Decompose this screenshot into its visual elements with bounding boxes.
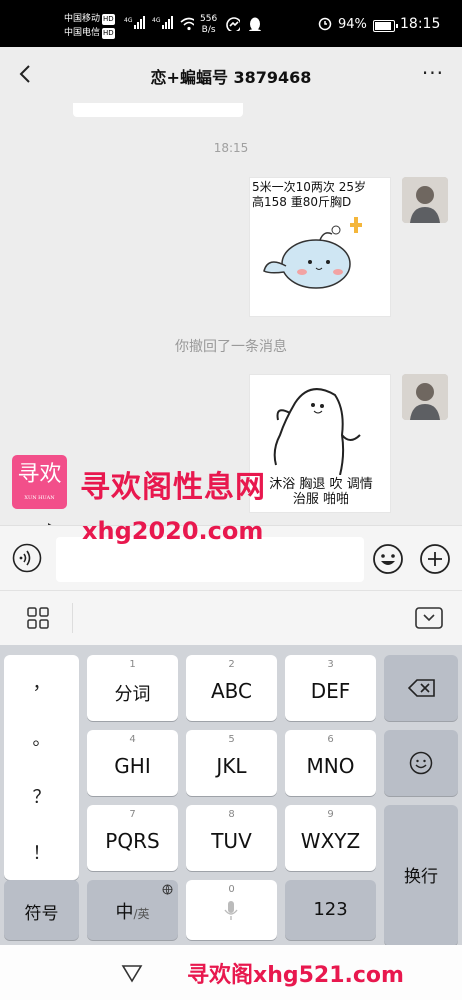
- backspace-icon: [408, 679, 435, 697]
- language-switch-key[interactable]: 中/英: [87, 880, 178, 940]
- punct-question[interactable]: ？: [4, 783, 79, 809]
- punct-exclaim[interactable]: ！: [4, 839, 79, 865]
- watermark-bottom: 寻欢阁xhg521.com: [187, 963, 404, 988]
- toolbar-divider: [72, 603, 73, 633]
- key-2[interactable]: 2 ABC: [186, 655, 277, 721]
- ghost-sticker-image: [273, 388, 361, 475]
- image-message[interactable]: 沐浴 胸退 吹 调情 治服 啪啪: [249, 374, 391, 513]
- signal-icon: 4G: [124, 16, 145, 29]
- key-8[interactable]: 8 TUV: [186, 805, 277, 871]
- backspace-key[interactable]: [384, 655, 458, 721]
- punct-comma[interactable]: ，: [4, 669, 79, 695]
- keyboard-menu-icon[interactable]: [27, 607, 49, 629]
- carrier-2: 中国电信 HD: [64, 28, 115, 39]
- svg-text:4G: 4G: [124, 17, 133, 24]
- t9-keyboard: ， 。 ？ ！ 1 分词 2 ABC 3 DEF 4 GHI 5 JKL 6 MNO 7 PQ…: [0, 645, 462, 946]
- key-1[interactable]: 1 分词: [87, 655, 178, 721]
- signal-icon-2: 4G: [152, 16, 173, 29]
- whale-sticker-image: [263, 217, 362, 289]
- key-6[interactable]: 6 MNO: [285, 730, 376, 796]
- status-clock: 18:15: [400, 16, 441, 32]
- image-message[interactable]: 5米一次10两次 25岁 高158 重80斤胸D: [249, 177, 391, 317]
- wifi-icon: [180, 17, 194, 31]
- plus-icon[interactable]: [419, 543, 451, 575]
- battery-icon: [373, 20, 398, 32]
- avatar-image: [402, 177, 448, 223]
- app-notification-icon: [226, 17, 240, 31]
- nav-back-triangle-icon[interactable]: [121, 963, 143, 983]
- watermark-site: xhg2020.com: [82, 517, 264, 545]
- emoji-key[interactable]: [384, 730, 458, 796]
- enter-key[interactable]: 换行: [384, 805, 458, 946]
- recall-notice: 你撤回了一条消息: [175, 339, 287, 355]
- status-bar: 中国移动 HD 中国电信 HD 4G 4G 556 B/s 94% 18:15: [0, 0, 462, 47]
- chat-header: 恋+蝙蝠号 3879468 ···: [0, 47, 462, 103]
- keyboard-toolbar: [0, 590, 462, 646]
- smiley-icon: [409, 751, 433, 775]
- navigation-bar: 寻欢阁xhg521.com: [0, 945, 462, 1000]
- key-5[interactable]: 5 JKL: [186, 730, 277, 796]
- globe-icon: [162, 884, 173, 895]
- voice-icon[interactable]: [12, 543, 42, 573]
- image-caption: 沐浴 胸退 吹 调情 治服 啪啪: [269, 477, 373, 507]
- key-9[interactable]: 9 WXYZ: [285, 805, 376, 871]
- microphone-icon: [224, 901, 238, 920]
- qq-icon: [249, 17, 261, 31]
- symbols-key[interactable]: 符号: [4, 880, 79, 940]
- network-speed: 556 B/s: [200, 14, 218, 35]
- alarm-icon: [318, 17, 332, 31]
- numbers-key[interactable]: 123: [285, 880, 376, 940]
- chat-title: 恋+蝙蝠号 3879468: [150, 68, 312, 87]
- watermark-name: 寻欢阁性息网: [80, 470, 266, 505]
- watermark-logo: 寻欢 XUN HUAN: [12, 455, 67, 509]
- carrier-1: 中国移动 HD: [64, 14, 115, 25]
- battery-percent: 94%: [338, 17, 367, 32]
- emoji-icon[interactable]: [372, 543, 404, 575]
- hide-keyboard-icon[interactable]: [415, 607, 443, 629]
- image-caption: 5米一次10两次 25岁 高158 重80斤胸D: [252, 180, 366, 209]
- key-4[interactable]: 4 GHI: [87, 730, 178, 796]
- user-avatar[interactable]: [402, 374, 448, 420]
- previous-message-bubble[interactable]: [73, 103, 243, 117]
- space-key[interactable]: 0: [186, 880, 277, 940]
- message-timestamp: 18:15: [213, 141, 249, 155]
- punctuation-column: ， 。 ？ ！: [4, 655, 79, 880]
- punct-period[interactable]: 。: [4, 725, 79, 751]
- key-3[interactable]: 3 DEF: [285, 655, 376, 721]
- more-options-icon[interactable]: ···: [422, 61, 444, 85]
- svg-text:4G: 4G: [152, 17, 161, 24]
- key-7[interactable]: 7 PQRS: [87, 805, 178, 871]
- user-avatar[interactable]: [402, 177, 448, 223]
- avatar-image: [402, 374, 448, 420]
